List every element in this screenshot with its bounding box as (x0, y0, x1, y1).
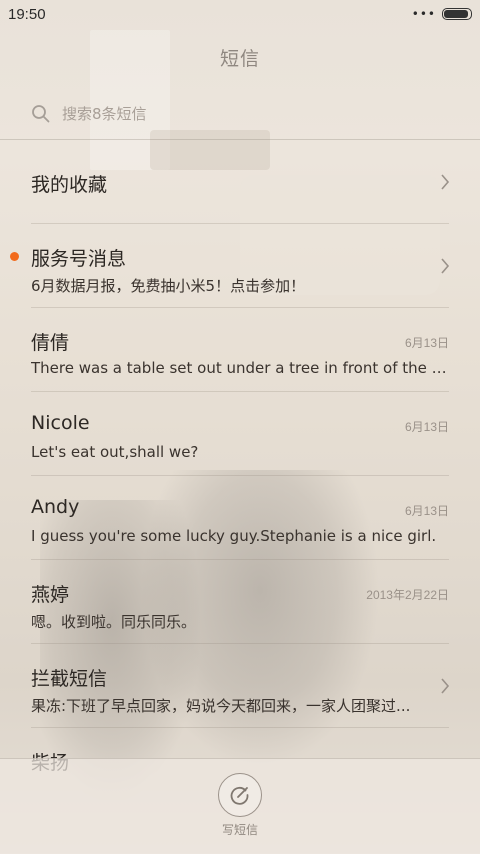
notification-dots: ••• (411, 7, 436, 21)
conversation-item-blocked[interactable]: 拦截短信 果冻:下班了早点回家，妈说今天都回来，一家人团聚过... (0, 644, 480, 728)
unread-dot (10, 252, 19, 261)
status-time: 19:50 (8, 5, 46, 23)
conversation-date: 6月13日 (404, 504, 449, 518)
conversation-name: 拦截短信 (31, 668, 108, 690)
conversation-preview: 嗯。收到啦。同乐同乐。 (31, 613, 197, 631)
conversation-preview: 6月数据月报，免费抽小米5！点击参加！ (31, 277, 306, 295)
search-input[interactable] (60, 104, 424, 124)
chevron-right-icon (441, 174, 450, 190)
chevron-right-icon (441, 258, 450, 274)
chevron-right-icon (441, 678, 450, 694)
conversation-preview: 果冻:下班了早点回家，妈说今天都回来，一家人团聚过... (31, 697, 411, 715)
conversation-item[interactable]: Andy 6月13日 I guess you're some lucky guy… (0, 476, 480, 560)
battery-icon (442, 8, 472, 20)
status-indicators: ••• (412, 7, 472, 21)
conversation-item[interactable]: 倩倩 6月13日 There was a table set out under… (0, 308, 480, 392)
conversation-list: 我的收藏 服务号消息 6月数据月报，免费抽小米5！点击参加！ 倩倩 6月13日 … (0, 140, 480, 812)
conversation-preview: Let's eat out,shall we? (31, 443, 199, 461)
conversation-date: 6月13日 (404, 336, 449, 350)
conversation-item[interactable]: Nicole 6月13日 Let's eat out,shall we? (0, 392, 480, 476)
search-bar[interactable] (30, 100, 450, 128)
compose-label[interactable]: 写短信 (0, 821, 480, 838)
conversation-preview: I guess you're some lucky guy.Stephanie … (31, 527, 437, 545)
conversation-name: Andy (31, 496, 80, 518)
conversation-item-service[interactable]: 服务号消息 6月数据月报，免费抽小米5！点击参加！ (0, 224, 480, 308)
conversation-name: 倩倩 (31, 332, 70, 354)
compose-button[interactable] (218, 773, 262, 817)
conversation-name: 燕婷 (31, 584, 70, 606)
status-bar: 19:50 ••• (0, 0, 480, 28)
search-icon (30, 103, 52, 125)
page-title: 短信 (219, 48, 260, 70)
conversation-preview: There was a table set out under a tree i… (31, 359, 449, 377)
conversation-date: 2013年2月22日 (366, 588, 449, 602)
compose-icon (230, 786, 249, 805)
conversation-item-favorites[interactable]: 我的收藏 (0, 140, 480, 224)
conversation-item[interactable]: 燕婷 2013年2月22日 嗯。收到啦。同乐同乐。 (0, 560, 480, 644)
conversation-date: 6月13日 (404, 420, 449, 434)
conversation-name: 服务号消息 (31, 248, 127, 270)
conversation-name: 我的收藏 (31, 174, 108, 196)
bottom-bar: 写短信 (0, 758, 480, 854)
conversation-name: Nicole (31, 412, 90, 434)
